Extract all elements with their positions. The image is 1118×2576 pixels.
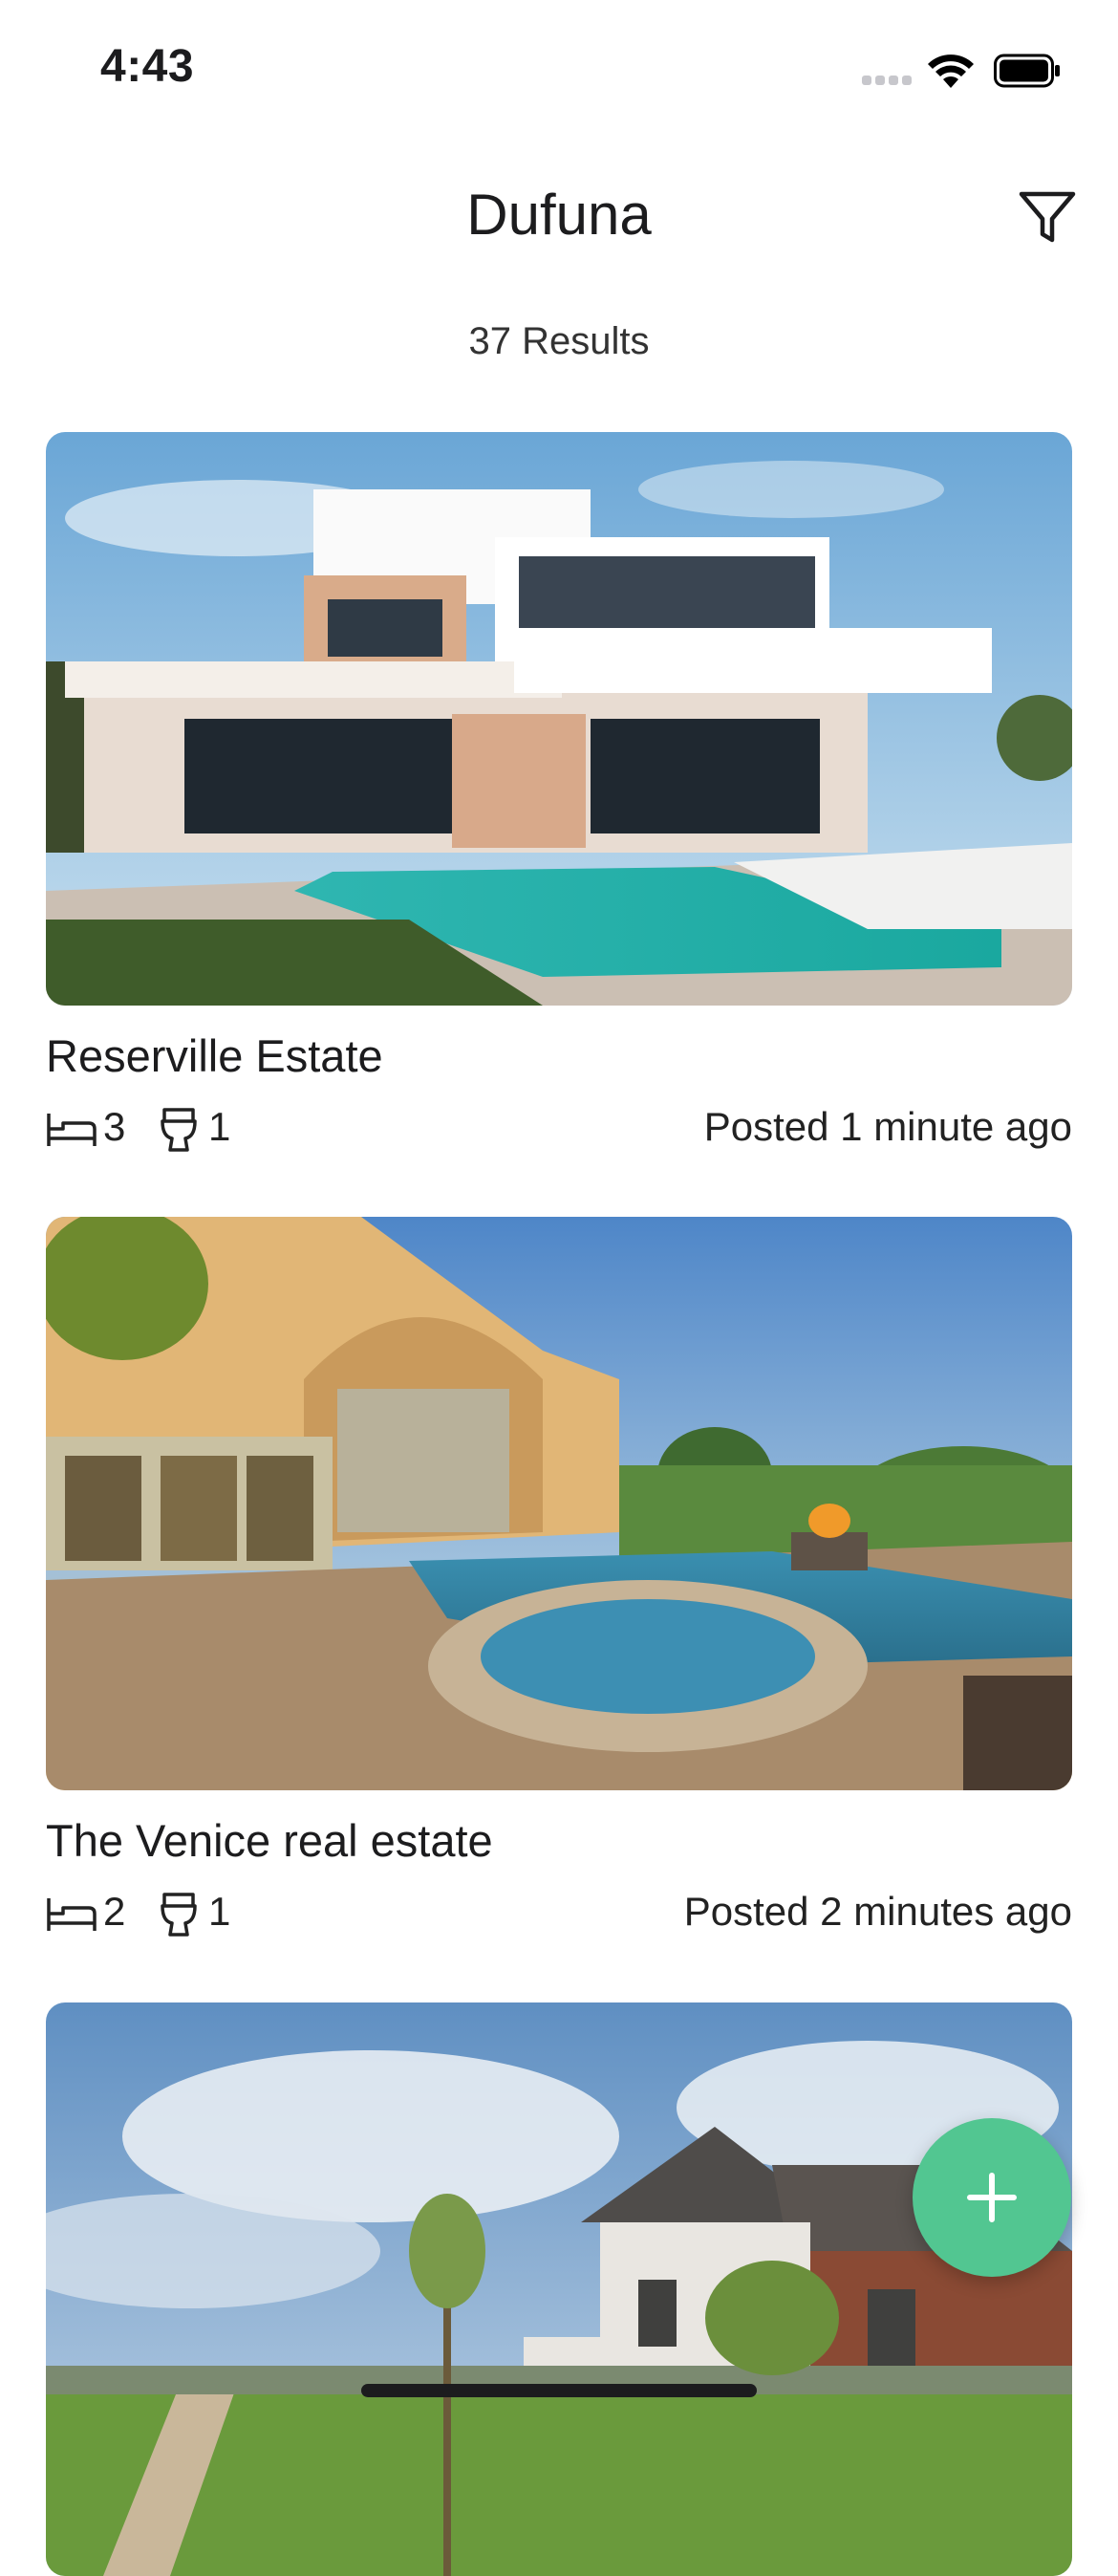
listing-title: Reserville Estate <box>46 1030 383 1081</box>
results-count: 37 Results <box>468 320 650 362</box>
signal-icon <box>862 76 914 87</box>
add-listing-button[interactable] <box>913 2118 1071 2277</box>
bed-icon <box>47 1114 97 1146</box>
listing-meta: 2 1 Posted 2 minutes ago <box>46 1889 1072 1942</box>
bed-icon <box>47 1898 97 1931</box>
listing-title: The Venice real estate <box>46 1815 493 1866</box>
toilet-icon <box>161 1108 197 1152</box>
filter-icon[interactable] <box>1017 186 1078 248</box>
battery-icon <box>994 54 1060 88</box>
plus-icon <box>967 2173 1017 2222</box>
bed-count: 3 <box>103 1104 126 1149</box>
posted-time: Posted 2 minutes ago <box>683 1889 1072 1934</box>
listing-meta: 3 1 Posted 1 minute ago <box>46 1104 1072 1158</box>
status-bar: 4:43 <box>0 0 1118 143</box>
page-title: Dufuna <box>466 183 652 247</box>
app-header: Dufuna <box>0 143 1118 296</box>
listing-photo[interactable] <box>46 2002 1072 2576</box>
bath-count: 1 <box>208 1889 231 1934</box>
listing-photo[interactable] <box>46 1217 1072 1790</box>
posted-time: Posted 1 minute ago <box>703 1104 1072 1149</box>
bath-count: 1 <box>208 1104 231 1149</box>
listing-photo[interactable] <box>46 432 1072 1006</box>
status-time: 4:43 <box>100 41 195 92</box>
bed-count: 2 <box>103 1889 126 1934</box>
wifi-icon <box>928 54 974 88</box>
home-indicator <box>361 2384 757 2397</box>
toilet-icon <box>161 1893 197 1937</box>
